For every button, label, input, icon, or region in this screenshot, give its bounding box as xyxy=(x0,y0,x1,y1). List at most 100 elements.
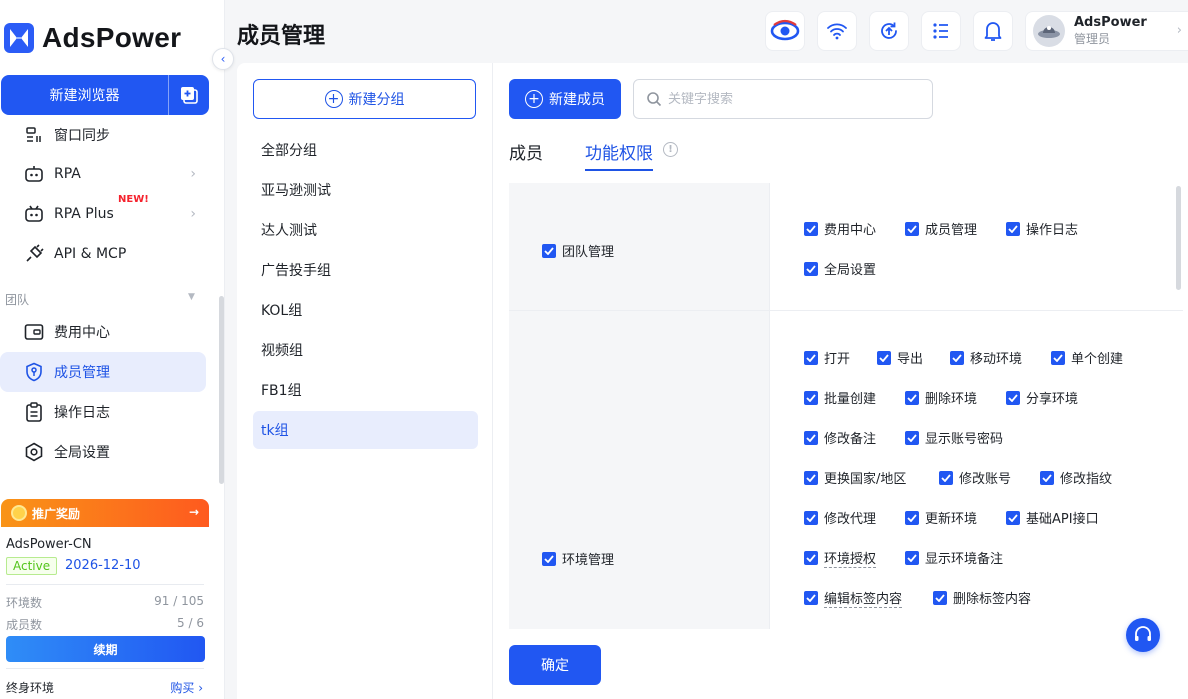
user-menu[interactable]: AdsPower 管理员 › xyxy=(1025,11,1188,51)
app-logo[interactable]: AdsPower xyxy=(4,18,181,58)
robot-plus-icon xyxy=(24,204,44,224)
arrow-right-icon: → xyxy=(188,505,199,519)
sidebar-item-members[interactable]: 成员管理 xyxy=(0,352,206,392)
permission-label: 编辑标签内容 xyxy=(824,588,903,608)
sidebar-item-label: 费用中心 xyxy=(54,325,110,341)
info-icon[interactable]: ! xyxy=(663,142,678,157)
brand-swirl-icon xyxy=(770,19,800,41)
checkbox-checked-icon xyxy=(804,591,818,605)
task-list-button[interactable] xyxy=(921,11,961,51)
permission-label: 分享环境 xyxy=(1026,392,1079,407)
permission-checkbox[interactable]: 删除环境 xyxy=(905,388,977,407)
checkbox-checked-icon xyxy=(933,590,947,605)
permission-label: 成员管理 xyxy=(925,223,978,238)
checkbox-checked-icon xyxy=(905,430,919,445)
collapse-sidebar-button[interactable]: ‹ xyxy=(212,48,234,70)
permission-checkbox[interactable]: 费用中心 xyxy=(804,219,876,238)
permission-checkbox[interactable]: 基础API接口 xyxy=(1006,508,1099,527)
permission-checkbox[interactable]: 操作日志 xyxy=(1006,219,1078,238)
network-button[interactable] xyxy=(817,11,857,51)
sidebar-item-logs[interactable]: 操作日志 xyxy=(0,392,206,432)
permission-label: 单个创建 xyxy=(1071,352,1124,367)
permission-checkbox[interactable]: 环境授权 xyxy=(804,548,877,568)
tab-members[interactable]: 成员 xyxy=(509,139,543,171)
search-input[interactable] xyxy=(668,91,908,107)
permission-checkbox[interactable]: 修改指纹 xyxy=(1040,468,1112,487)
sidebar-item-api-mcp[interactable]: API & MCP xyxy=(0,234,206,274)
sidebar-item-billing[interactable]: 费用中心 xyxy=(0,312,206,352)
add-member-button[interactable]: + 新建成员 xyxy=(509,79,621,119)
new-browser-button[interactable]: 新建浏览器 xyxy=(1,75,169,115)
permission-scrollbar[interactable] xyxy=(1176,186,1181,290)
add-group-label: 新建分组 xyxy=(348,92,405,108)
sync-button[interactable] xyxy=(869,11,909,51)
group-panel: + 新建分组 全部分组 亚马逊测试 达人测试 广告投手组 KOL组 视频组 FB1组 tk组 xyxy=(237,63,493,699)
category-checkbox-env[interactable]: 环境管理 xyxy=(542,549,614,568)
permission-label: 全局设置 xyxy=(824,263,877,278)
promo-header[interactable]: 推广奖励 → xyxy=(1,499,209,527)
sidebar-item-rpa-plus[interactable]: RPA Plus NEW! › xyxy=(0,194,206,234)
customer-support-button[interactable] xyxy=(1126,618,1160,652)
permission-checkbox[interactable]: 修改备注 xyxy=(804,428,876,447)
checkbox-checked-icon xyxy=(939,470,953,485)
checkbox-checked-icon xyxy=(905,510,919,525)
checkbox-checked-icon xyxy=(804,350,818,365)
group-item[interactable]: 视频组 xyxy=(253,331,478,369)
renew-button[interactable]: 续期 xyxy=(6,636,205,662)
sidebar-item-window-sync[interactable]: 窗口同步 xyxy=(0,115,206,145)
checkbox-checked-icon xyxy=(905,221,919,236)
sidebar-item-label: 窗口同步 xyxy=(54,128,110,144)
permission-label: 显示账号密码 xyxy=(925,432,1004,447)
group-item[interactable]: KOL组 xyxy=(253,291,478,329)
tab-permissions[interactable]: 功能权限 xyxy=(585,139,653,171)
checkbox-checked-icon xyxy=(804,551,818,565)
permission-checkbox[interactable]: 更新环境 xyxy=(905,508,977,527)
sidebar-item-rpa[interactable]: RPA › xyxy=(0,154,206,194)
header-logo-button[interactable] xyxy=(765,11,805,51)
permission-checkbox[interactable]: 单个创建 xyxy=(1051,348,1123,367)
permission-checkbox[interactable]: 成员管理 xyxy=(905,219,977,238)
permission-checkbox[interactable]: 导出 xyxy=(877,348,923,367)
group-item[interactable]: 亚马逊测试 xyxy=(253,171,478,209)
new-badge: NEW! xyxy=(118,194,149,205)
permission-label: 删除环境 xyxy=(925,392,978,407)
divider xyxy=(6,584,204,585)
caret-down-icon[interactable]: ▼ xyxy=(188,292,195,302)
batch-create-button[interactable] xyxy=(169,75,209,115)
group-item[interactable]: 全部分组 xyxy=(253,131,478,169)
sidebar-scrollbar[interactable] xyxy=(219,296,224,484)
search-box[interactable] xyxy=(633,79,933,119)
permission-label: 环境授权 xyxy=(824,548,877,568)
permission-checkbox[interactable]: 全局设置 xyxy=(804,259,876,278)
sidebar-item-label: 成员管理 xyxy=(54,365,110,381)
permission-checkbox[interactable]: 显示环境备注 xyxy=(905,548,1003,567)
group-item[interactable]: tk组 xyxy=(253,411,478,449)
buy-link[interactable]: 购买 › xyxy=(170,679,203,696)
notification-button[interactable] xyxy=(973,11,1013,51)
permission-checkbox[interactable]: 分享环境 xyxy=(1006,388,1078,407)
permission-checkbox[interactable]: 批量创建 xyxy=(804,388,876,407)
group-item[interactable]: 广告投手组 xyxy=(253,251,478,289)
permission-checkbox[interactable]: 显示账号密码 xyxy=(905,428,1003,447)
confirm-button[interactable]: 确定 xyxy=(509,645,601,685)
permission-label: 更新环境 xyxy=(925,512,978,527)
sidebar-item-global-settings[interactable]: 全局设置 xyxy=(0,432,206,472)
sidebar-item-label: RPA Plus xyxy=(54,206,114,222)
group-item[interactable]: 达人测试 xyxy=(253,211,478,249)
permission-label: 操作日志 xyxy=(1026,223,1079,238)
permission-checkbox[interactable]: 删除标签内容 xyxy=(933,588,1031,607)
permission-checkbox[interactable]: 更换国家/地区 xyxy=(804,468,906,487)
add-group-button[interactable]: + 新建分组 xyxy=(253,79,476,119)
adspower-logo-icon xyxy=(4,23,34,53)
permission-checkbox[interactable]: 修改代理 xyxy=(804,508,876,527)
permission-items-cell: 打开 导出 移动环境 单个创建批量创建 删除环境 分享环境修改备注 显示账号密码更换国家/地… xyxy=(771,311,1183,629)
permission-checkbox[interactable]: 打开 xyxy=(804,348,850,367)
category-checkbox-team[interactable]: 团队管理 xyxy=(542,241,614,260)
permission-checkbox[interactable]: 移动环境 xyxy=(950,348,1022,367)
permission-checkbox[interactable]: 修改账号 xyxy=(939,468,1011,487)
search-icon xyxy=(647,92,662,107)
permission-label: 显示环境备注 xyxy=(925,552,1004,567)
permission-checkbox[interactable]: 编辑标签内容 xyxy=(804,588,903,608)
group-item[interactable]: FB1组 xyxy=(253,371,478,409)
sidebar-item-label: RPA xyxy=(54,166,81,182)
